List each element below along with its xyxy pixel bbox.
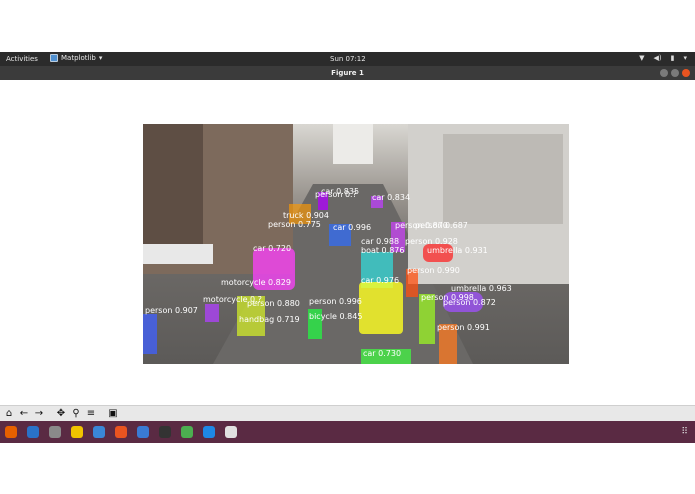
mask-car-yellow xyxy=(359,282,403,334)
zoom-icon[interactable]: ⚲ xyxy=(69,407,83,421)
detection-label: person 0.872 xyxy=(443,298,496,307)
show-applications-icon[interactable]: ⠿ xyxy=(681,427,688,437)
matplotlib-figure-icon[interactable] xyxy=(222,423,240,441)
help-icon[interactable] xyxy=(134,423,152,441)
detection-label: person 0.? xyxy=(315,190,357,199)
right-building-arches xyxy=(443,134,563,224)
vscode-icon[interactable] xyxy=(200,423,218,441)
mask-person-blue xyxy=(143,314,157,354)
detection-label: person 0.928 xyxy=(405,237,458,246)
detection-label: car 0.976 xyxy=(361,276,399,285)
thunderbird-icon[interactable] xyxy=(24,423,42,441)
detection-label: handbag 0.719 xyxy=(239,315,300,324)
detection-label: umbrella 0.963 xyxy=(451,284,512,293)
firefox-icon[interactable] xyxy=(2,423,20,441)
detection-label: car 0.834 xyxy=(372,193,410,202)
detection-overlay: car 0.835person 0.? car 0.834truck 0.904p… xyxy=(143,124,569,364)
software-center-icon[interactable] xyxy=(112,423,130,441)
activities-button[interactable]: Activities xyxy=(6,55,38,63)
top-bar: Activities Matplotlib ▾ Sun 07:12 ▼ ◀) ▮… xyxy=(0,52,695,66)
pan-icon[interactable]: ✥ xyxy=(54,407,68,421)
detection-label: person 0.907 xyxy=(145,306,198,315)
detection-label: car 0.988 xyxy=(361,237,399,246)
sky xyxy=(333,124,373,164)
save-icon[interactable]: ▣ xyxy=(106,407,120,421)
terminal-icon[interactable] xyxy=(156,423,174,441)
taskbar: ⠿ xyxy=(0,421,695,443)
desktop-screen: Activities Matplotlib ▾ Sun 07:12 ▼ ◀) ▮… xyxy=(0,0,695,494)
window-title: Figure 1 xyxy=(331,69,364,77)
detection-label: car 0.720 xyxy=(253,244,291,253)
network-icon[interactable]: ▼ xyxy=(639,54,644,62)
window-controls xyxy=(660,69,690,77)
app-menu[interactable]: Matplotlib ▾ xyxy=(50,54,102,62)
minimize-icon[interactable] xyxy=(660,69,668,77)
navigation-toolbar: ⌂ ← → ✥ ⚲ ≡ ▣ xyxy=(0,405,695,421)
left-building-front xyxy=(143,124,203,254)
detection-image: car 0.835 person 0.? car 0.834 truck 0.904 p… xyxy=(143,124,569,364)
libreoffice-writer-icon[interactable] xyxy=(90,423,108,441)
system-menu-icon[interactable]: ▾ xyxy=(683,54,687,62)
detection-label: truck 0.904 xyxy=(283,211,329,220)
forward-icon[interactable]: → xyxy=(32,407,46,421)
app-menu-label: Matplotlib xyxy=(61,54,96,62)
back-icon[interactable]: ← xyxy=(17,407,31,421)
figure-canvas[interactable]: car 0.835 person 0.? car 0.834 truck 0.904 p… xyxy=(0,80,695,405)
configure-subplots-icon[interactable]: ≡ xyxy=(84,407,98,421)
detection-label: car 0.996 xyxy=(333,223,371,232)
mask-motorcycle-left xyxy=(205,304,219,322)
detection-label: person 0.990 xyxy=(407,266,460,275)
detection-label: umbrella 0.931 xyxy=(427,246,488,255)
detection-label: person 0.991 xyxy=(437,323,490,332)
chrome-icon[interactable] xyxy=(178,423,196,441)
detection-label: person 0.687 xyxy=(415,221,468,230)
matplotlib-app-icon xyxy=(50,54,58,62)
volume-icon[interactable]: ◀) xyxy=(654,54,662,62)
battery-icon[interactable]: ▮ xyxy=(671,54,675,62)
chevron-down-icon: ▾ xyxy=(98,54,103,62)
system-tray[interactable]: ▼ ◀) ▮ ▾ xyxy=(639,54,687,62)
detection-label: car 0.730 xyxy=(363,349,401,358)
detection-label: person 0.996 xyxy=(309,297,362,306)
detection-label: person 0.775 xyxy=(268,220,321,229)
window-titlebar[interactable]: Figure 1 xyxy=(0,66,695,80)
files-icon[interactable] xyxy=(46,423,64,441)
maximize-icon[interactable] xyxy=(671,69,679,77)
detection-label: bicycle 0.845 xyxy=(309,312,362,321)
clock[interactable]: Sun 07:12 xyxy=(330,55,366,63)
detection-label: boat 0.876 xyxy=(361,246,404,255)
left-awning xyxy=(143,244,213,264)
close-icon[interactable] xyxy=(682,69,690,77)
rhythmbox-icon[interactable] xyxy=(68,423,86,441)
home-icon[interactable]: ⌂ xyxy=(2,407,16,421)
detection-label: motorcycle 0.829 xyxy=(221,278,291,287)
detection-label: person 0.880 xyxy=(247,299,300,308)
